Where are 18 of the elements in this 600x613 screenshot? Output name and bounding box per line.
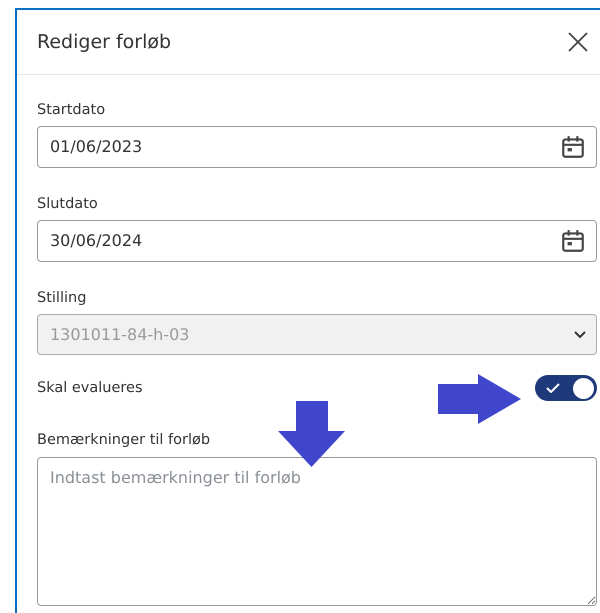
calendar-icon[interactable] xyxy=(560,134,586,160)
toggle-knob xyxy=(573,378,594,398)
field-label: Stilling xyxy=(37,289,88,308)
close-icon[interactable] xyxy=(566,30,590,54)
check-icon xyxy=(546,383,560,393)
dialog-title: Rediger forløb xyxy=(37,30,172,55)
remarks-field[interactable]: Indtast bemærkninger til forløb xyxy=(37,457,597,606)
toggle-label: Skal evalueres xyxy=(37,379,143,398)
date-field[interactable]: 30/06/2024 xyxy=(37,220,597,262)
toggle-switch[interactable] xyxy=(535,375,597,401)
field-label: Startdato xyxy=(37,101,106,120)
arrow-icon xyxy=(278,401,345,467)
arrow-icon xyxy=(438,374,521,424)
calendar-icon[interactable] xyxy=(560,228,586,254)
field-label: Slutdato xyxy=(37,195,99,214)
field-label: Bemærkninger til forløb xyxy=(37,431,212,450)
chevron-down-icon xyxy=(574,330,586,338)
date-field[interactable]: 01/06/2023 xyxy=(37,126,597,168)
